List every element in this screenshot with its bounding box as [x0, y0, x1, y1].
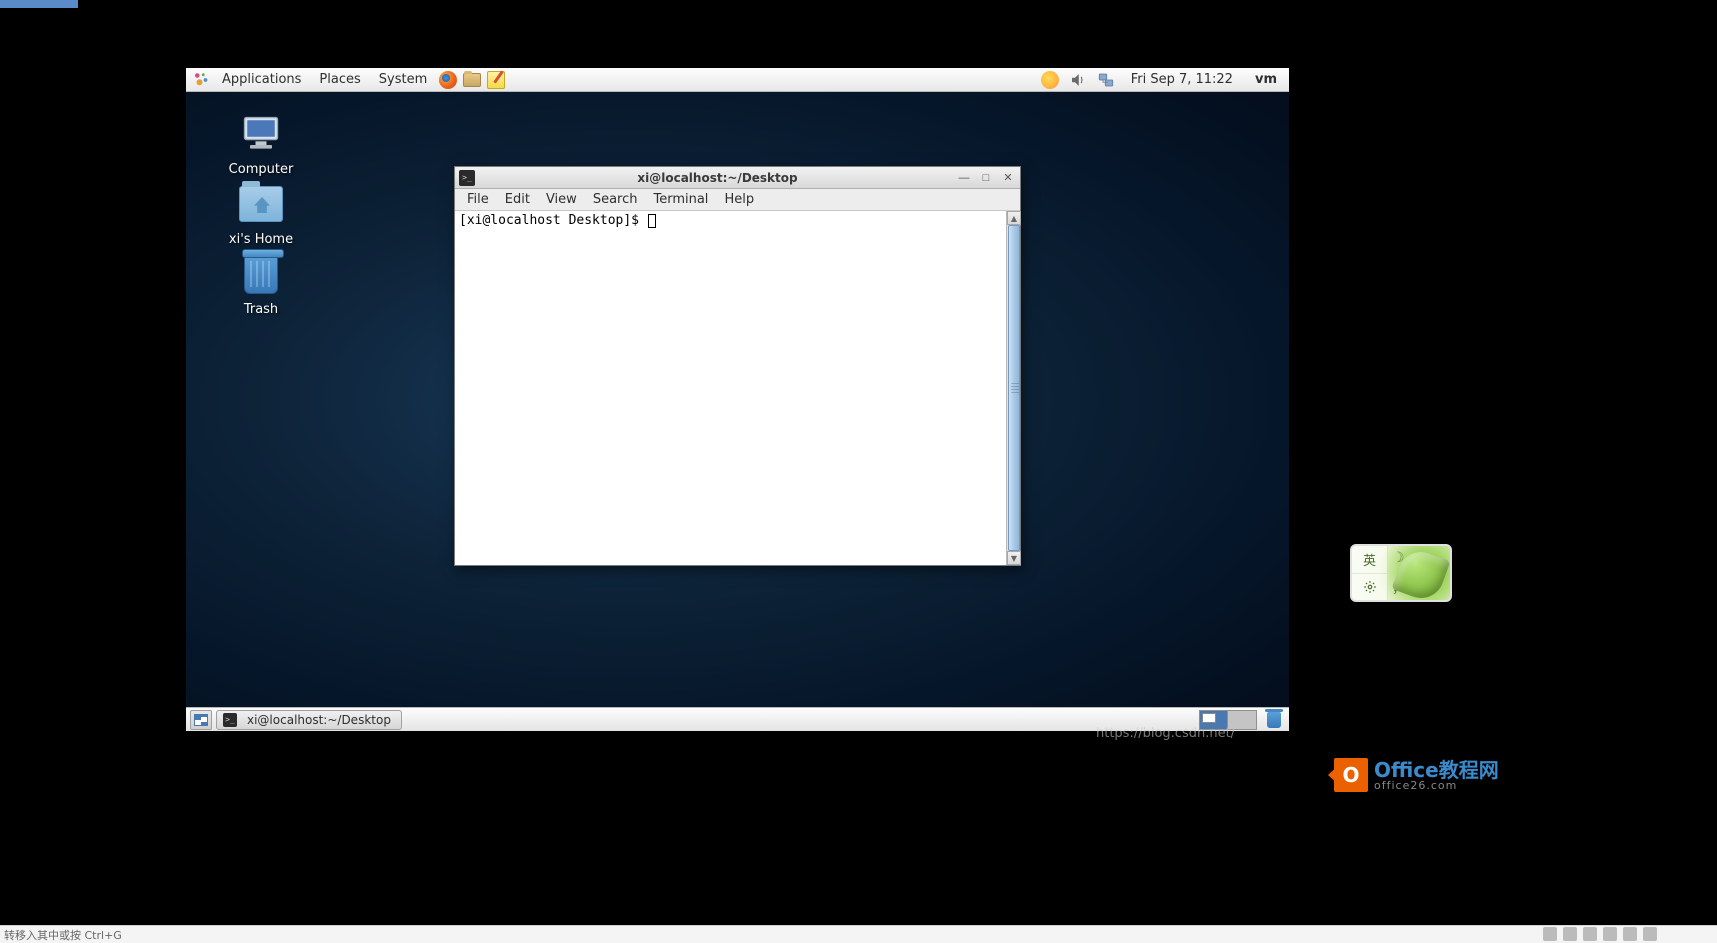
desktop-icon-trash-label: Trash [244, 302, 278, 317]
text-editor-launcher-icon[interactable] [485, 69, 507, 91]
clock-applet[interactable]: Fri Sep 7, 11:22 [1123, 72, 1241, 87]
desktop-icon-home[interactable]: xi's Home [216, 180, 306, 247]
terminal-menubar: File Edit View Search Terminal Help [455, 189, 1020, 211]
scrollbar-down-button[interactable]: ▼ [1007, 551, 1021, 565]
watermark-domain: office26.com [1374, 780, 1499, 791]
host-tray-icon[interactable] [1543, 927, 1557, 941]
watermark-logo: O Office教程网 office26.com [1334, 758, 1499, 792]
panel-right-group: Fri Sep 7, 11:22 vm [1039, 69, 1285, 91]
panel-left-group: Applications Places System [190, 69, 507, 91]
terminal-window[interactable]: xi@localhost:~/Desktop — □ ✕ File Edit V… [454, 166, 1021, 566]
ime-widget[interactable]: 英 ☽ ； [1350, 544, 1452, 602]
minimize-button[interactable]: — [956, 171, 972, 185]
watermark-brand: Office教程网 [1374, 760, 1499, 780]
panel-trash-applet[interactable] [1263, 710, 1285, 730]
terminal-prompt: [xi@localhost Desktop]$ [459, 213, 647, 228]
user-menu[interactable]: vm [1247, 72, 1285, 87]
top-panel: Applications Places System Fri Sep 7, 11… [186, 68, 1289, 92]
host-tray-icon[interactable] [1563, 927, 1577, 941]
network-applet-icon[interactable] [1095, 69, 1117, 91]
scrollbar-up-button[interactable]: ▲ [1007, 211, 1021, 225]
office-badge-icon: O [1334, 758, 1368, 792]
trash-icon [237, 250, 285, 298]
maximize-button[interactable]: □ [978, 171, 994, 185]
host-tray-icon[interactable] [1583, 927, 1597, 941]
host-tray-icon[interactable] [1643, 927, 1657, 941]
terminal-scrollbar[interactable]: ▲ ▼ [1006, 211, 1020, 565]
menu-edit[interactable]: Edit [497, 190, 538, 209]
menu-file[interactable]: File [459, 190, 497, 209]
terminal-cursor [648, 214, 656, 228]
places-menu[interactable]: Places [311, 70, 368, 89]
menu-view[interactable]: View [538, 190, 585, 209]
desktop-icon-computer[interactable]: Computer [216, 110, 306, 177]
host-accent-strip [0, 0, 78, 8]
taskbar-terminal-icon [223, 713, 237, 727]
ime-center: ☽ ； [1388, 546, 1450, 600]
applications-menu[interactable]: Applications [214, 70, 309, 89]
menu-terminal[interactable]: Terminal [645, 190, 716, 209]
desktop-icon-trash[interactable]: Trash [216, 250, 306, 317]
home-folder-icon [237, 180, 285, 228]
menu-help[interactable]: Help [716, 190, 762, 209]
host-status-strip: 转移入其中或按 Ctrl+G [0, 925, 1717, 943]
close-button[interactable]: ✕ [1000, 171, 1016, 185]
gnome-menu-icon[interactable] [190, 69, 212, 91]
ime-settings-icon[interactable] [1352, 574, 1387, 601]
terminal-titlebar[interactable]: xi@localhost:~/Desktop — □ ✕ [455, 167, 1020, 189]
terminal-body: [xi@localhost Desktop]$ ▲ ▼ [455, 211, 1020, 565]
show-desktop-button[interactable] [190, 710, 212, 730]
computer-icon [237, 110, 285, 158]
ime-left-column: 英 [1352, 546, 1388, 600]
volume-applet-icon[interactable] [1067, 69, 1089, 91]
system-menu[interactable]: System [371, 70, 435, 89]
vm-desktop: Applications Places System Fri Sep 7, 11… [186, 68, 1289, 731]
taskbar-item-label: xi@localhost:~/Desktop [247, 713, 391, 727]
file-manager-launcher-icon[interactable] [461, 69, 483, 91]
url-watermark: https://blog.csdn.net/ [1096, 726, 1235, 741]
host-tray-icon[interactable] [1603, 927, 1617, 941]
firefox-launcher-icon[interactable] [437, 69, 459, 91]
host-hint-text: 转移入其中或按 Ctrl+G [4, 927, 122, 943]
menu-search[interactable]: Search [585, 190, 646, 209]
desktop-icon-computer-label: Computer [229, 162, 294, 177]
terminal-titlebar-icon [459, 170, 475, 186]
weather-applet-icon[interactable] [1039, 69, 1061, 91]
host-tray-icon[interactable] [1623, 927, 1637, 941]
terminal-title: xi@localhost:~/Desktop [479, 171, 956, 185]
taskbar-item-terminal[interactable]: xi@localhost:~/Desktop [216, 710, 402, 730]
ime-language-indicator[interactable]: 英 [1352, 546, 1387, 574]
window-controls: — □ ✕ [956, 171, 1016, 185]
terminal-content[interactable]: [xi@localhost Desktop]$ [455, 211, 1006, 565]
desktop-icon-home-label: xi's Home [229, 232, 293, 247]
host-tray [1543, 925, 1657, 943]
scrollbar-thumb[interactable] [1008, 225, 1020, 551]
